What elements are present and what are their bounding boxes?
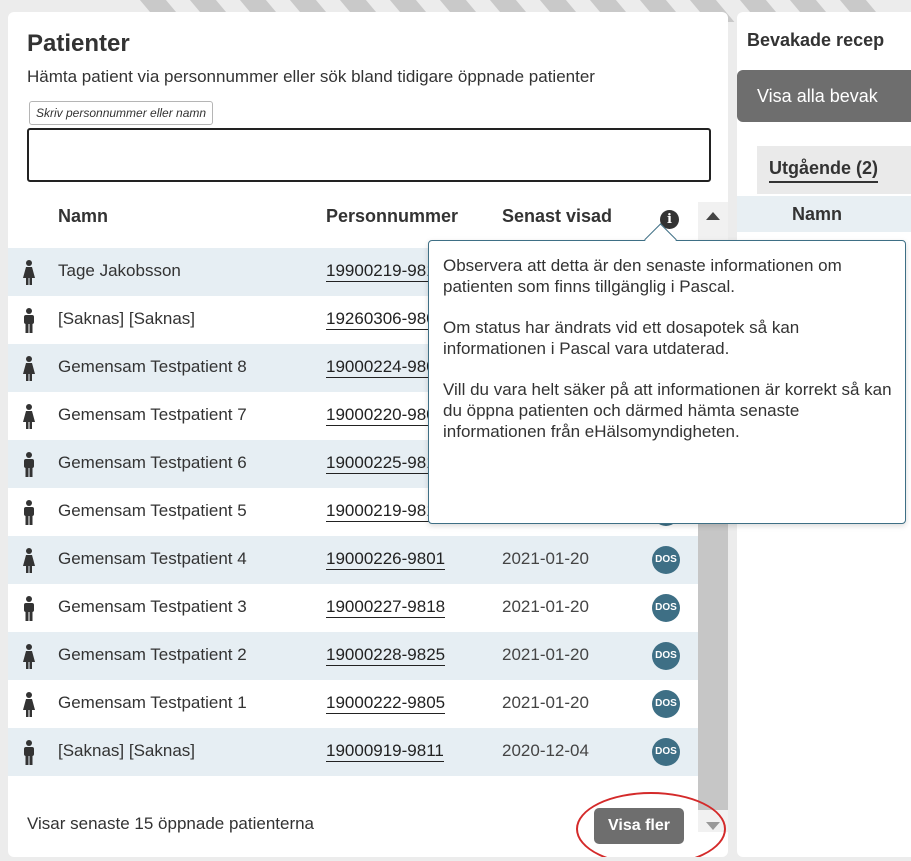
patient-search-input[interactable] bbox=[27, 128, 711, 182]
search-field-label: Skriv personnummer eller namn bbox=[29, 101, 214, 125]
dos-badge: DOS bbox=[652, 738, 680, 766]
patient-name: Gemensam Testpatient 7 bbox=[58, 405, 247, 424]
last-viewed-date: 2021-01-20 bbox=[502, 645, 589, 664]
tooltip-paragraph-1: Observera att detta är den senaste infor… bbox=[443, 256, 842, 296]
female-person-icon bbox=[22, 356, 36, 382]
patients-description: Hämta patient via personnummer eller sök… bbox=[27, 67, 595, 86]
tooltip-paragraph-2: Om status har ändrats vid ett dosapotek … bbox=[443, 318, 800, 358]
female-person-icon bbox=[22, 260, 36, 286]
table-row[interactable]: Gemensam Testpatient 1 19000222-9805 2021-… bbox=[8, 680, 698, 728]
tooltip-paragraph-3: Vill du vara helt säker på att informati… bbox=[443, 380, 892, 441]
info-tooltip: Observera att detta är den senaste infor… bbox=[428, 240, 906, 524]
patient-name: [Saknas] [Saknas] bbox=[58, 741, 196, 760]
tab-outgoing[interactable]: Utgående (2) bbox=[769, 158, 879, 183]
show-all-watched-button[interactable]: Visa alla bevak bbox=[737, 70, 911, 122]
watched-prescriptions-title: Bevakade recep bbox=[747, 30, 885, 50]
male-person-icon bbox=[22, 596, 36, 622]
patient-pnr-link[interactable]: 19000227-9818 bbox=[326, 597, 446, 618]
list-footer-text: Visar senaste 15 öppnade patienterna bbox=[27, 814, 315, 833]
male-person-icon bbox=[22, 308, 36, 334]
male-person-icon bbox=[22, 740, 36, 766]
patient-pnr-link[interactable]: 19000222-9805 bbox=[326, 693, 446, 714]
last-viewed-date: 2021-01-20 bbox=[502, 693, 589, 712]
table-header: Namn Personnummer Senast visad i bbox=[8, 202, 698, 238]
table-row[interactable]: Gemensam Testpatient 4 19000226-9801 2021-… bbox=[8, 536, 698, 584]
last-viewed-date: 2021-01-20 bbox=[502, 549, 589, 568]
male-person-icon bbox=[22, 452, 36, 478]
scroll-up-arrow-icon[interactable] bbox=[706, 212, 720, 220]
patient-name: Tage Jakobsson bbox=[58, 261, 181, 280]
table-row[interactable]: Gemensam Testpatient 3 19000227-9818 2021-… bbox=[8, 584, 698, 632]
column-header-name[interactable]: Namn bbox=[58, 206, 108, 227]
patient-name: Gemensam Testpatient 4 bbox=[58, 549, 247, 568]
patient-pnr-link[interactable]: 19000226-9801 bbox=[326, 549, 446, 570]
dos-badge: DOS bbox=[652, 594, 680, 622]
patient-name: Gemensam Testpatient 1 bbox=[58, 693, 247, 712]
column-header-last-viewed[interactable]: Senast visad bbox=[502, 206, 612, 227]
table-row[interactable]: Gemensam Testpatient 2 19000228-9825 2021-… bbox=[8, 632, 698, 680]
table-row[interactable]: [Saknas] [Saknas] 19000919-9811 2020-12-04… bbox=[8, 728, 698, 776]
patient-name: [Saknas] [Saknas] bbox=[58, 309, 196, 328]
watched-column-name: Namn bbox=[792, 204, 843, 224]
show-more-button[interactable]: Visa fler bbox=[594, 808, 684, 844]
page-title: Patienter bbox=[27, 30, 130, 57]
patient-name: Gemensam Testpatient 3 bbox=[58, 597, 247, 616]
dos-badge: DOS bbox=[652, 546, 680, 574]
patient-name: Gemensam Testpatient 6 bbox=[58, 453, 247, 472]
dos-badge: DOS bbox=[652, 642, 680, 670]
male-person-icon bbox=[22, 500, 36, 526]
female-person-icon bbox=[22, 644, 36, 670]
patient-name: Gemensam Testpatient 8 bbox=[58, 357, 247, 376]
patient-name: Gemensam Testpatient 5 bbox=[58, 501, 247, 520]
last-viewed-date: 2020-12-04 bbox=[502, 741, 589, 760]
scroll-down-arrow-icon[interactable] bbox=[706, 822, 720, 830]
female-person-icon bbox=[22, 548, 36, 574]
last-viewed-date: 2021-01-20 bbox=[502, 597, 589, 616]
column-header-pnr[interactable]: Personnummer bbox=[326, 206, 458, 227]
patient-pnr-link[interactable]: 19000228-9825 bbox=[326, 645, 446, 666]
patient-pnr-link[interactable]: 19000919-9811 bbox=[326, 741, 444, 762]
patient-name: Gemensam Testpatient 2 bbox=[58, 645, 247, 664]
dos-badge: DOS bbox=[652, 690, 680, 718]
female-person-icon bbox=[22, 404, 36, 430]
female-person-icon bbox=[22, 692, 36, 718]
